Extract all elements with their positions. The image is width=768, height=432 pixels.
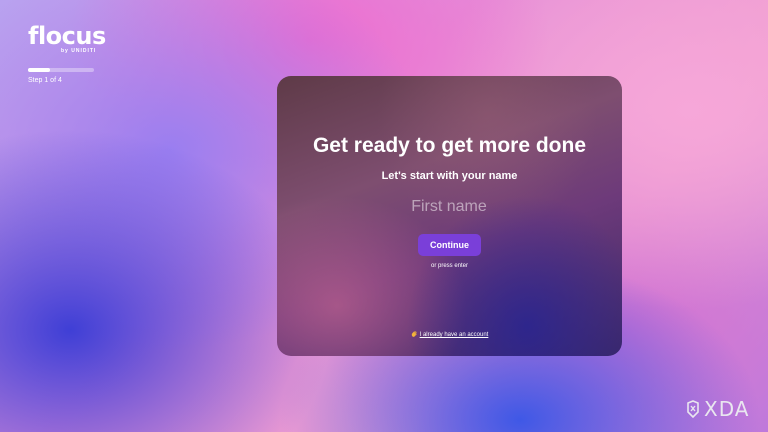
- onboarding-card: Get ready to get more done Let's start w…: [277, 76, 622, 356]
- page-title: Get ready to get more done: [312, 134, 587, 157]
- progress-bar-fill: [28, 68, 50, 72]
- xda-watermark: XDA: [686, 399, 749, 419]
- step-indicator: Step 1 of 4: [28, 77, 62, 84]
- press-enter-hint: or press enter: [430, 263, 469, 269]
- first-name-input[interactable]: [349, 195, 549, 219]
- flocus-logo: flocus by UNIDITI: [28, 22, 106, 54]
- brand-name: flocus: [28, 22, 106, 50]
- waving-hand-icon: [411, 331, 417, 337]
- onboarding-progress-bar: [28, 68, 94, 72]
- existing-account-link-label: I already have an account: [419, 332, 489, 338]
- page-subtitle: Let's start with your name: [381, 170, 518, 182]
- brand-byline: by UNIDITI: [61, 48, 97, 54]
- xda-wordmark: XDA: [704, 397, 750, 421]
- existing-account-link[interactable]: I already have an account: [277, 331, 622, 338]
- continue-button[interactable]: Continue: [418, 234, 481, 256]
- xda-logo-icon: [687, 400, 699, 418]
